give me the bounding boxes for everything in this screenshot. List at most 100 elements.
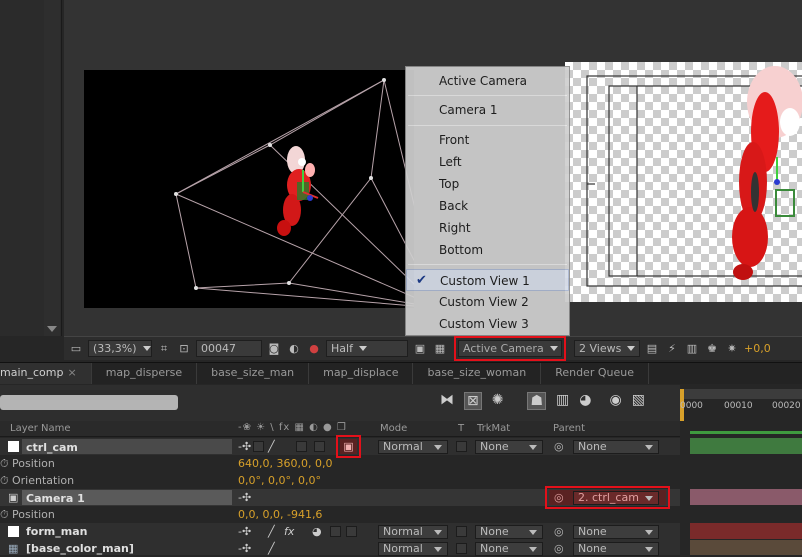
quality-icon[interactable]: ╱: [268, 523, 275, 540]
work-area-bar[interactable]: [680, 389, 802, 399]
tab-render-queue[interactable]: Render Queue: [541, 363, 649, 384]
graph-editor-icon[interactable]: ▧: [632, 392, 645, 410]
pickwhip-icon[interactable]: -✣: [238, 489, 251, 506]
grid-icon[interactable]: ⊡: [176, 341, 192, 356]
motion-blur-icon[interactable]: ◕: [312, 523, 322, 540]
tab-main-comp[interactable]: main_comp ×: [0, 363, 92, 384]
stopwatch-icon[interactable]: ⏱: [0, 455, 9, 472]
preserve-transparency-switch[interactable]: [456, 526, 467, 537]
3d-layer-cube-icon[interactable]: ▣: [336, 435, 361, 458]
mode-dropdown[interactable]: Normal: [378, 525, 448, 539]
parent-dropdown[interactable]: None: [573, 440, 659, 454]
layer-row-camera-1[interactable]: ▣ Camera 1 -✣ ◎ 2. ctrl_cam: [0, 486, 680, 509]
layer-color-swatch[interactable]: [8, 441, 19, 452]
parent-dropdown[interactable]: None: [573, 525, 659, 539]
mode-dropdown[interactable]: Normal: [378, 440, 448, 454]
preserve-transparency-switch[interactable]: [456, 441, 467, 452]
panel-scrollbar[interactable]: [44, 0, 60, 336]
draft-3d-icon[interactable]: ✺: [492, 392, 504, 410]
column-trkmat[interactable]: TrkMat: [477, 423, 510, 434]
reset-exposure-icon[interactable]: ✷: [724, 341, 740, 356]
shy-switch[interactable]: [253, 441, 264, 452]
menu-item-top[interactable]: Top: [406, 173, 569, 195]
parent-pickwhip-icon[interactable]: ◎: [554, 523, 564, 540]
fx-icon[interactable]: fx: [284, 523, 294, 540]
layer-duration-bar-form-man[interactable]: [690, 523, 802, 539]
effects-switch[interactable]: [296, 441, 307, 452]
stopwatch-icon[interactable]: ⏱: [0, 506, 9, 523]
layer-duration-bar-base-color-man[interactable]: [690, 540, 802, 555]
fast-previews-icon[interactable]: ⚡: [664, 341, 680, 356]
3d-view-dropdown[interactable]: Active Camera: [454, 336, 566, 361]
snapshot-icon[interactable]: ◙: [266, 341, 282, 356]
active-camera-view[interactable]: [84, 70, 414, 308]
menu-item-right[interactable]: Right: [406, 217, 569, 239]
stopwatch-icon[interactable]: ⏱: [0, 472, 9, 489]
current-time-field[interactable]: 00047: [196, 340, 262, 357]
column-layer-name[interactable]: Layer Name: [10, 423, 71, 434]
scroll-down-icon[interactable]: [47, 326, 57, 332]
parent-pickwhip-icon[interactable]: ◎: [554, 489, 564, 506]
column-parent[interactable]: Parent: [553, 423, 585, 434]
layer-search-input[interactable]: [0, 395, 178, 410]
property-value[interactable]: 0,0°, 0,0°, 0,0°: [238, 472, 321, 489]
property-value[interactable]: 0,0, 0,0, -941,6: [238, 506, 322, 523]
show-snapshot-icon[interactable]: ◐: [286, 341, 302, 356]
hide-shy-layers-icon[interactable]: ☗: [527, 392, 547, 410]
timeline-icon[interactable]: ▥: [684, 341, 700, 356]
layer-name[interactable]: ctrl_cam: [22, 439, 232, 454]
menu-item-camera-1[interactable]: Camera 1: [406, 99, 569, 121]
region-of-interest-icon[interactable]: ▣: [412, 341, 428, 356]
menu-item-custom-view-2[interactable]: Custom View 2: [406, 291, 569, 313]
motion-blur-icon[interactable]: ◕: [579, 392, 591, 410]
menu-item-custom-view-3[interactable]: Custom View 3: [406, 313, 569, 335]
exposure-value[interactable]: +0,0: [744, 342, 771, 355]
brainstorm-icon[interactable]: ◉: [609, 392, 621, 410]
layer-name[interactable]: form_man: [26, 523, 87, 540]
pickwhip-icon[interactable]: -✣: [238, 523, 251, 540]
layer-row-ctrl-cam[interactable]: ctrl_cam -✣ ╱ ▣ Normal None ◎ None: [0, 435, 680, 458]
frame-blend-switch[interactable]: [314, 441, 325, 452]
layer-color-swatch[interactable]: [8, 526, 19, 537]
parent-dropdown[interactable]: 2. ctrl_cam: [573, 491, 659, 505]
quality-icon[interactable]: ╱: [268, 438, 275, 455]
safe-zones-icon[interactable]: ⌗: [156, 341, 172, 356]
3d-switch[interactable]: [346, 526, 357, 537]
tab-map-displace[interactable]: map_displace: [309, 363, 414, 384]
column-t[interactable]: T: [458, 423, 464, 434]
tab-base-size-woman[interactable]: base_size_woman: [413, 363, 542, 384]
column-mode[interactable]: Mode: [380, 423, 407, 434]
layer-duration-bar-camera-1[interactable]: [690, 489, 802, 505]
menu-item-custom-view-1[interactable]: ✔ Custom View 1: [406, 269, 569, 291]
trkmat-dropdown[interactable]: None: [475, 525, 543, 539]
toggle-pixel-aspect-icon[interactable]: ▤: [644, 341, 660, 356]
custom-view-1[interactable]: [565, 62, 802, 302]
flowchart-icon[interactable]: ♚: [704, 341, 720, 356]
transparency-grid-icon[interactable]: ▦: [432, 341, 448, 356]
mode-dropdown[interactable]: Normal: [378, 542, 448, 556]
view-layout-dropdown[interactable]: 2 Views: [574, 340, 640, 357]
layer-name[interactable]: Camera 1: [22, 490, 232, 505]
property-value[interactable]: 640,0, 360,0, 0,0: [238, 455, 332, 472]
menu-item-back[interactable]: Back: [406, 195, 569, 217]
channels-icon[interactable]: ●: [306, 341, 322, 356]
tab-map-disperse[interactable]: map_disperse: [92, 363, 198, 384]
pickwhip-icon[interactable]: -✣: [238, 540, 251, 557]
close-icon[interactable]: ×: [67, 366, 76, 379]
trkmat-dropdown[interactable]: None: [475, 542, 543, 556]
layer-duration-bar-ctrl-cam[interactable]: [690, 438, 802, 454]
magnification-dropdown[interactable]: (33,3%): [88, 340, 152, 357]
menu-item-front[interactable]: Front: [406, 129, 569, 151]
menu-item-active-camera[interactable]: Active Camera: [406, 70, 569, 92]
live-update-icon[interactable]: ⊠: [464, 392, 482, 410]
frame-blending-icon[interactable]: ▥: [556, 392, 569, 410]
pickwhip-icon[interactable]: -✣: [238, 438, 251, 455]
preserve-transparency-switch[interactable]: [456, 543, 467, 554]
composition-mini-flowchart-icon[interactable]: ⧓: [440, 392, 454, 410]
layer-name[interactable]: [base_color_man]: [26, 540, 134, 557]
always-preview-icon[interactable]: ▭: [68, 341, 84, 356]
adjustment-switch[interactable]: [330, 526, 341, 537]
parent-pickwhip-icon[interactable]: ◎: [554, 540, 564, 557]
layer-row-form-man[interactable]: form_man -✣ ╱ fx ◕ Normal None ◎ None: [0, 523, 680, 540]
menu-item-bottom[interactable]: Bottom: [406, 239, 569, 261]
